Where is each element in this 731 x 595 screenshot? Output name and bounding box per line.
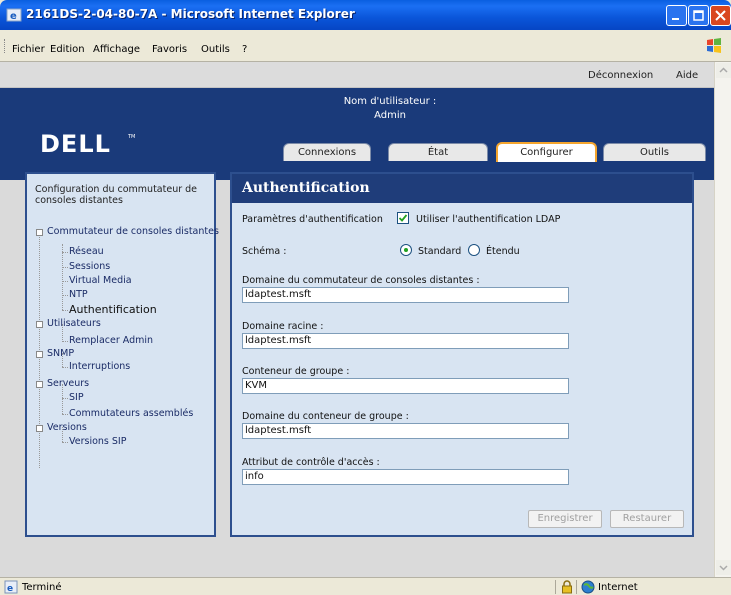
menu-outils[interactable]: Outils [201,44,230,55]
schema-standard-label: Standard [418,246,462,257]
tree-toggle-servers[interactable] [36,381,43,388]
group-container-domain-field[interactable]: ldaptest.msft [242,423,569,439]
dell-logo: DELL TM [40,130,135,156]
svg-text:e: e [10,11,17,22]
status-bar: e Terminé Internet [0,577,731,595]
ie-app-icon: e [6,8,22,22]
username-value: Admin [374,110,406,121]
window-title: 2161DS-2-04-80-7A - Microsoft Internet E… [26,7,355,21]
scroll-down-button[interactable] [716,560,731,575]
window-title-bar[interactable]: e 2161DS-2-04-80-7A - Microsoft Internet… [0,0,731,30]
group-container-field[interactable]: KVM [242,378,569,394]
page-done-icon: e [4,580,18,594]
schema-standard-radio[interactable] [400,244,412,256]
checkmark-icon [398,214,408,222]
root-domain-label: Domaine racine : [242,321,324,332]
schema-label: Schéma : [242,246,287,257]
tree-item-remplacer-admin[interactable]: Remplacer Admin [69,335,153,346]
tree-item-switch[interactable]: Commutateur de consoles distantes [47,226,219,237]
security-zone: Internet [598,582,638,593]
close-icon [715,10,726,21]
group-container-label: Conteneur de groupe : [242,366,350,377]
navigation-tree-panel: Configuration du commutateur de consoles… [25,172,219,537]
tree-item-snmp[interactable]: SNMP [47,348,74,359]
ldap-checkbox[interactable] [397,212,409,224]
svg-text:e: e [7,584,13,594]
schema-etendu-radio[interactable] [468,244,480,256]
vertical-scrollbar[interactable] [714,62,731,577]
tab-connexions[interactable]: Connexions [283,143,371,161]
group-container-domain-label: Domaine du conteneur de groupe : [242,411,409,422]
globe-icon [581,580,595,594]
tree-item-interruptions[interactable]: Interruptions [69,361,130,372]
top-links-bar: Déconnexion Aide [0,62,714,88]
chevron-up-icon [719,67,728,73]
tree-item-utilisateurs[interactable]: Utilisateurs [47,318,101,329]
menu-help[interactable]: ? [242,44,247,55]
svg-text:DELL: DELL [40,130,111,156]
page-content: Déconnexion Aide DELL TM Nom d'utilisate… [0,62,714,577]
tree-item-sip[interactable]: SIP [69,392,84,403]
maximize-button[interactable] [688,5,709,26]
tree-toggle-snmp[interactable] [36,351,43,358]
tree-item-sessions[interactable]: Sessions [69,261,110,272]
menu-grip [4,39,6,53]
help-link[interactable]: Aide [676,70,698,81]
tree-item-commutateurs-assembles[interactable]: Commutateurs assemblés [69,408,193,419]
switch-domain-label: Domaine du commutateur de consoles dista… [242,275,480,286]
tree-item-reseau[interactable]: Réseau [69,246,104,257]
status-text: Terminé [22,582,62,593]
nav-heading: Configuration du commutateur de consoles… [35,184,198,206]
menu-favoris[interactable]: Favoris [152,44,187,55]
menu-edition[interactable]: Edition [50,44,85,55]
menu-bar: Fichier Edition Affichage Favoris Outils… [0,30,731,62]
tree-item-virtual-media[interactable]: Virtual Media [69,275,132,286]
root-domain-field[interactable]: ldaptest.msft [242,333,569,349]
tree-item-versions-sip[interactable]: Versions SIP [69,436,126,447]
chevron-down-icon [719,565,728,571]
panel-title: Authentification [232,174,692,203]
schema-etendu-label: Étendu [486,246,520,257]
lock-icon [562,580,572,594]
switch-domain-field[interactable]: ldaptest.msft [242,287,569,303]
tree-item-versions[interactable]: Versions [47,422,87,433]
svg-text:TM: TM [127,134,135,140]
tab-configurer[interactable]: Configurer [496,142,597,162]
logout-link[interactable]: Déconnexion [588,70,653,81]
tab-outils[interactable]: Outils [603,143,706,161]
ldap-checkbox-label: Utiliser l'authentification LDAP [416,214,561,225]
save-button[interactable]: Enregistrer [528,510,602,528]
access-control-attribute-field[interactable]: info [242,469,569,485]
menu-affichage[interactable]: Affichage [93,44,140,55]
tree-item-serveurs[interactable]: Serveurs [47,378,89,389]
minimize-button[interactable] [666,5,687,26]
tree-toggle-users[interactable] [36,321,43,328]
tree-toggle-versions[interactable] [36,425,43,432]
restore-button[interactable]: Restaurer [610,510,684,528]
authentication-panel: Authentification Paramètres d'authentifi… [230,172,694,537]
close-button[interactable] [710,5,731,26]
access-control-attribute-label: Attribut de contrôle d'accès : [242,457,380,468]
windows-logo-icon [707,38,721,53]
username-label: Nom d'utilisateur : [343,96,437,107]
tree-item-authentification[interactable]: Authentification [69,303,157,316]
auth-params-label: Paramètres d'authentification [242,214,383,225]
maximize-icon [693,10,704,21]
tab-etat[interactable]: État [388,143,488,161]
minimize-icon [672,18,679,20]
scroll-up-button[interactable] [716,63,731,78]
header-banner: DELL TM Nom d'utilisateur : Admin Connex… [0,88,714,180]
tree-toggle-switch[interactable] [36,229,43,236]
menu-fichier[interactable]: Fichier [12,44,45,55]
tree-item-ntp[interactable]: NTP [69,289,88,300]
